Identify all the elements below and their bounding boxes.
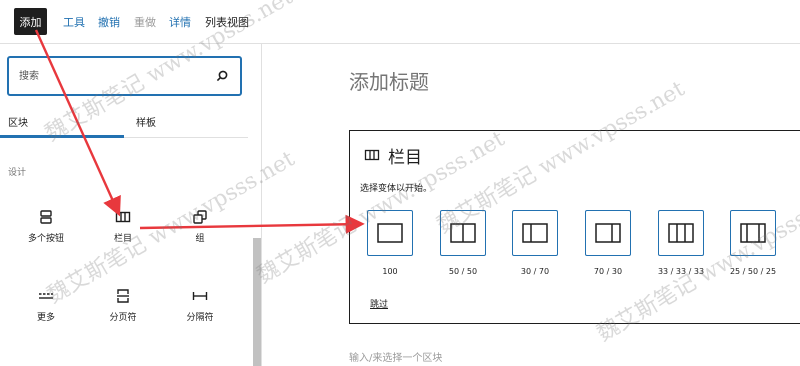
undo-button[interactable]: 撤销 (98, 14, 120, 30)
details-button[interactable]: 详情 (169, 14, 191, 30)
columns-icon (115, 211, 131, 223)
block-item-label: 栏目 (113, 234, 132, 244)
variation-100-button[interactable] (367, 210, 413, 256)
editor-canvas: 添加标题 栏目 选择变体以开始。 100 50 / 50 30 / 70 70 … (263, 44, 800, 366)
tools-button[interactable]: 工具 (63, 14, 85, 30)
columns-placeholder: 栏目 选择变体以开始。 100 50 / 50 30 / 70 70 / 30 … (349, 130, 800, 324)
columns-icon (364, 149, 380, 161)
column-layout-100-icon (377, 223, 403, 243)
separator-icon (192, 292, 208, 300)
variation-label: 50 / 50 (448, 267, 478, 276)
block-item-label: 分隔符 (186, 313, 214, 323)
variation-label: 33 / 33 / 33 (657, 267, 705, 276)
active-tab-indicator (0, 135, 124, 138)
buttons-icon (40, 210, 52, 224)
block-item-label: 多个按钮 (27, 234, 64, 244)
inserter-tabs: 区块 样板 (0, 104, 248, 138)
column-layout-70-30-icon (595, 223, 621, 243)
block-item-label: 分页符 (109, 313, 137, 323)
variation-33-33-33-button[interactable] (658, 210, 704, 256)
placeholder-instructions: 选择变体以开始。 (360, 184, 433, 194)
block-item-page-break[interactable]: 分页符 (83, 288, 163, 323)
block-item-columns[interactable]: 栏目 (83, 209, 163, 244)
tab-patterns[interactable]: 样板 (136, 114, 156, 129)
variation-label: 70 / 30 (593, 267, 623, 276)
column-layout-50-50-icon (450, 223, 476, 243)
redo-button[interactable]: 重做 (134, 14, 156, 30)
variation-label: 100 (382, 267, 398, 276)
list-view-button[interactable]: 列表视图 (205, 14, 249, 30)
post-title[interactable]: 添加标题 (349, 66, 429, 95)
block-item-label: 更多 (36, 313, 55, 323)
search-field[interactable] (7, 56, 242, 96)
more-icon (39, 293, 53, 299)
page-break-icon (117, 289, 129, 303)
tab-blocks[interactable]: 区块 (8, 114, 28, 129)
search-icon[interactable] (215, 69, 229, 83)
block-appender-hint[interactable]: 输入/来选择一个区块 (349, 349, 442, 364)
block-item-label: 组 (195, 234, 205, 244)
add-block-button[interactable]: 添加 (14, 8, 47, 35)
block-item-buttons[interactable]: 多个按钮 (6, 209, 86, 244)
category-title: 设计 (8, 168, 27, 178)
sidebar-scrollbar[interactable] (253, 238, 261, 366)
variation-label: 30 / 70 (520, 267, 550, 276)
variation-70-30-button[interactable] (585, 210, 631, 256)
block-item-group[interactable]: 组 (160, 209, 240, 244)
group-icon (193, 210, 207, 224)
block-inserter-panel: 区块 样板 设计 多个按钮 栏目 组 更多 (0, 44, 262, 366)
skip-link[interactable]: 跳过 (370, 297, 388, 310)
placeholder-title: 栏目 (388, 148, 422, 168)
column-layout-33-33-33-icon (668, 223, 694, 243)
variation-25-50-25-button[interactable] (730, 210, 776, 256)
block-item-more[interactable]: 更多 (6, 288, 86, 323)
variation-30-70-button[interactable] (512, 210, 558, 256)
block-item-separator[interactable]: 分隔符 (160, 288, 240, 323)
top-toolbar: 添加 工具 撤销 重做 详情 列表视图 (0, 0, 800, 44)
column-layout-25-50-25-icon (740, 223, 766, 243)
variation-label: 25 / 50 / 25 (729, 267, 777, 276)
variation-50-50-button[interactable] (440, 210, 486, 256)
column-layout-30-70-icon (522, 223, 548, 243)
search-input[interactable] (19, 67, 209, 85)
